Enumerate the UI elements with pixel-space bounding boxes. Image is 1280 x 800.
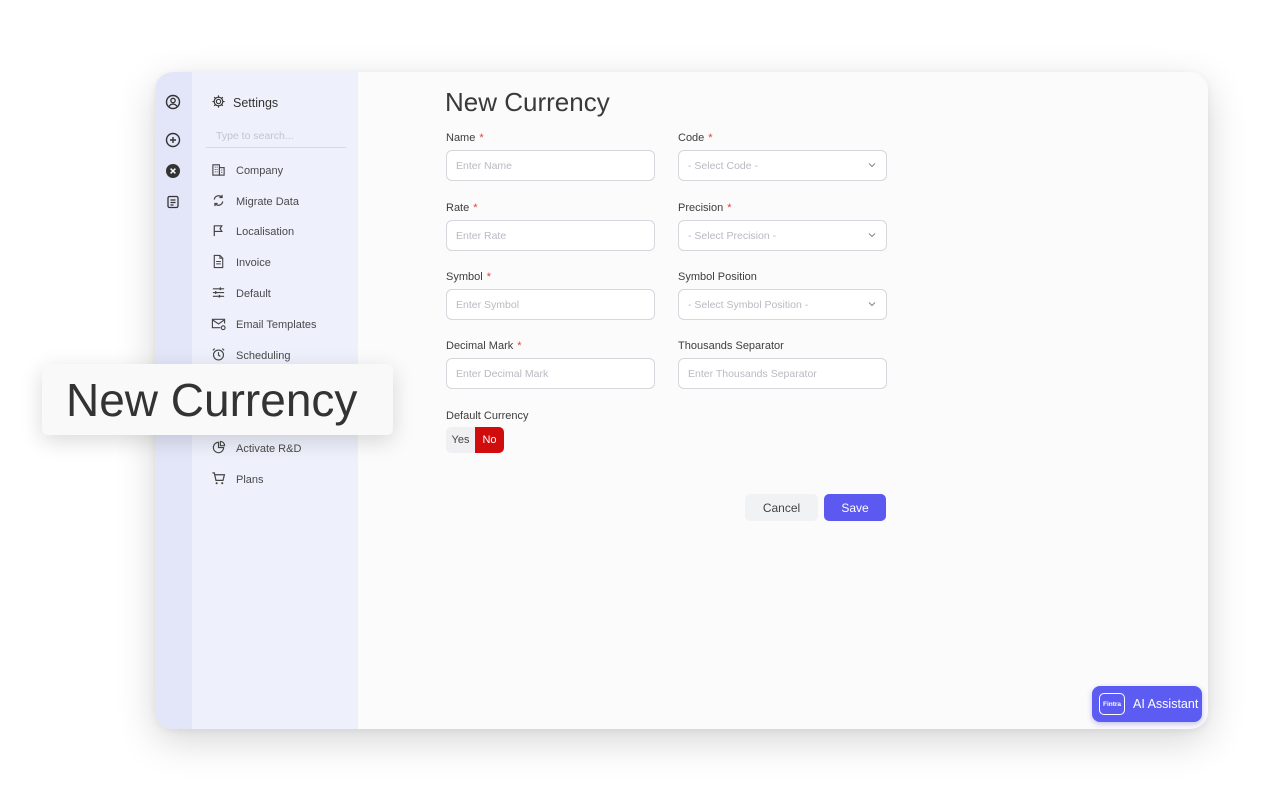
add-icon[interactable] — [164, 131, 182, 149]
sidebar-item-label: Default — [236, 288, 271, 300]
required-marker: * — [473, 202, 478, 214]
sidebar-search-input[interactable] — [206, 124, 346, 148]
sliders-icon — [211, 285, 226, 303]
sync-icon — [211, 193, 226, 211]
thousands-separator-field: Thousands Separator Enter Thousands Sepa… — [678, 339, 887, 389]
field-label: Precision — [678, 202, 724, 214]
select-placeholder: - Select Code - — [688, 159, 759, 172]
required-marker: * — [727, 202, 732, 214]
toggle-yes-option[interactable]: Yes — [446, 427, 475, 453]
main-content: New Currency Name * Enter Name Code * - Se… — [358, 72, 1208, 729]
code-field: Code * - Select Code - — [678, 131, 887, 181]
symbol-position-field: Symbol Position - Select Symbol Position… — [678, 270, 887, 320]
sidebar-item-plans[interactable]: Plans — [211, 470, 264, 490]
rate-input[interactable]: Enter Rate — [446, 220, 655, 251]
sidebar-item-label: Activate R&D — [236, 443, 302, 455]
chevron-down-icon — [868, 302, 876, 307]
sidebar-item-label: Migrate Data — [236, 196, 299, 208]
sidebar-title: Settings — [211, 94, 278, 112]
ai-assistant-button[interactable]: Fintra AI Assistant — [1092, 686, 1202, 722]
sidebar-item-company[interactable]: Company — [211, 161, 283, 181]
precision-select[interactable]: - Select Precision - — [678, 220, 887, 251]
field-label: Code — [678, 132, 705, 144]
sidebar-item-scheduling[interactable]: Scheduling — [211, 346, 290, 366]
required-marker: * — [708, 132, 713, 144]
flag-icon — [211, 223, 226, 241]
sidebar-title-label: Settings — [233, 96, 279, 110]
field-label: Symbol Position — [678, 271, 757, 283]
thousands-separator-input[interactable]: Enter Thousands Separator — [678, 358, 887, 389]
default-currency-field: Default Currency — [446, 409, 655, 423]
cancel-button[interactable]: Cancel — [745, 494, 818, 521]
sidebar-item-label: Company — [236, 165, 284, 177]
title-callout: New Currency — [42, 364, 393, 435]
symbol-input[interactable]: Enter Symbol — [446, 289, 655, 320]
mail-settings-icon — [211, 316, 226, 334]
building-icon — [211, 162, 226, 180]
sidebar-item-email-templates[interactable]: Email Templates — [211, 315, 317, 335]
symbol-position-select[interactable]: - Select Symbol Position - — [678, 289, 887, 320]
rate-field: Rate * Enter Rate — [446, 201, 655, 251]
field-label: Thousands Separator — [678, 340, 784, 352]
sidebar-item-migrate-data[interactable]: Migrate Data — [211, 192, 299, 212]
notes-icon[interactable] — [164, 193, 182, 211]
name-field: Name * Enter Name — [446, 131, 655, 181]
ai-assistant-label: AI Assistant — [1133, 697, 1199, 711]
user-icon[interactable] — [164, 93, 182, 111]
default-currency-toggle: Yes No — [446, 427, 504, 453]
select-placeholder: - Select Precision - — [688, 229, 777, 242]
field-label: Symbol — [446, 271, 483, 283]
sidebar-item-label: Localisation — [236, 226, 295, 238]
pie-chart-icon — [211, 440, 226, 458]
decimal-mark-input[interactable]: Enter Decimal Mark — [446, 358, 655, 389]
sidebar-item-label: Email Templates — [236, 319, 317, 331]
cart-icon — [211, 471, 226, 489]
symbol-field: Symbol * Enter Symbol — [446, 270, 655, 320]
page-title: New Currency — [445, 87, 610, 117]
sidebar-item-activate-rd[interactable]: Activate R&D — [211, 439, 301, 459]
precision-field: Precision * - Select Precision - — [678, 201, 887, 251]
select-placeholder: - Select Symbol Position - — [688, 298, 809, 311]
field-label: Name — [446, 132, 476, 144]
alarm-clock-icon — [211, 347, 226, 365]
code-select[interactable]: - Select Code - — [678, 150, 887, 181]
chevron-down-icon — [868, 163, 876, 168]
chevron-down-icon — [868, 233, 876, 238]
name-input[interactable]: Enter Name — [446, 150, 655, 181]
toggle-no-option[interactable]: No — [475, 427, 504, 453]
sidebar-item-localisation[interactable]: Localisation — [211, 222, 294, 242]
field-label: Decimal Mark — [446, 340, 514, 352]
save-button[interactable]: Save — [824, 494, 886, 521]
sidebar-item-invoice[interactable]: Invoice — [211, 253, 271, 273]
fintra-logo: Fintra — [1099, 693, 1125, 715]
field-label: Rate — [446, 202, 470, 214]
sidebar-item-label: Plans — [236, 474, 264, 486]
required-marker: * — [517, 340, 522, 352]
callout-text: New Currency — [66, 373, 358, 426]
required-marker: * — [479, 132, 484, 144]
sidebar-item-label: Invoice — [236, 257, 271, 269]
required-marker: * — [486, 271, 491, 283]
decimal-mark-field: Decimal Mark * Enter Decimal Mark — [446, 339, 655, 389]
sidebar-item-default[interactable]: Default — [211, 284, 271, 304]
gear-icon — [211, 94, 226, 112]
close-circle-icon[interactable] — [164, 162, 182, 180]
sidebar-item-label: Scheduling — [236, 350, 291, 362]
field-label: Default Currency — [446, 410, 529, 422]
document-icon — [211, 254, 226, 272]
